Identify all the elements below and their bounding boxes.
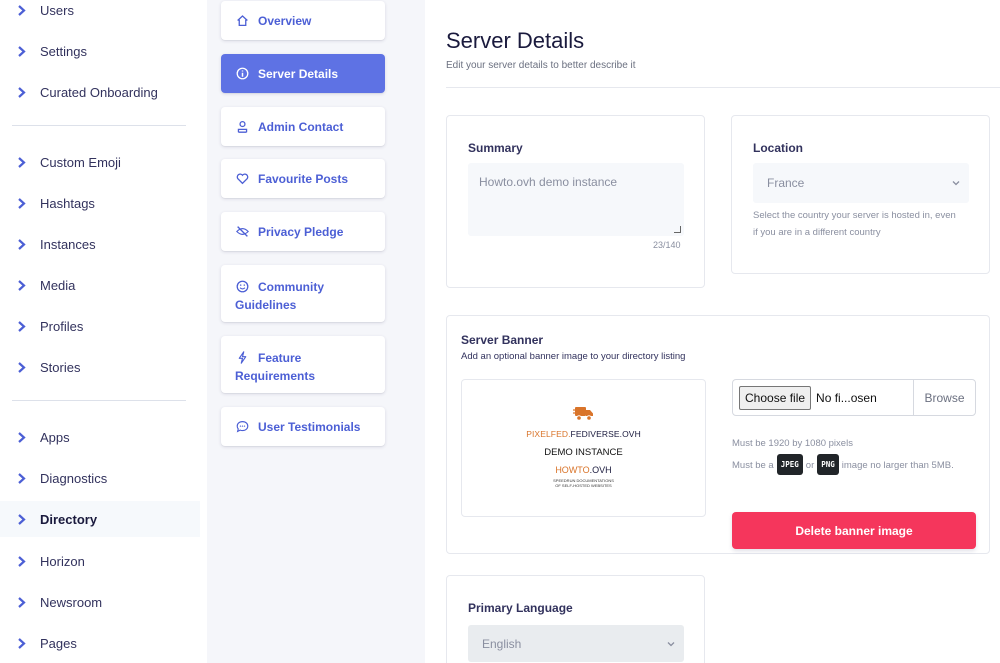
sidebar-item-profiles[interactable]: Profiles [0, 308, 200, 344]
summary-textarea[interactable]: Howto.ovh demo instance [468, 163, 684, 236]
sidebar-item-label: Curated Onboarding [40, 84, 158, 100]
sidebar-item-label: Directory [40, 511, 98, 527]
server-banner-label: Server Banner [461, 333, 544, 347]
chevron-right-icon [14, 512, 28, 526]
tab-feature-requirements[interactable]: Feature Requirements [221, 336, 385, 393]
primary-language-select[interactable]: English [468, 625, 684, 662]
admin-sidebar: Users Settings Curated Onboarding Custom… [0, 0, 207, 663]
header-divider [446, 87, 1000, 88]
resize-handle-icon[interactable] [674, 226, 681, 233]
chevron-right-icon [14, 430, 28, 444]
choose-file-button[interactable]: Choose file [739, 385, 812, 410]
sidebar-item-label: Diagnostics [40, 470, 108, 486]
chevron-right-icon [14, 319, 28, 333]
chevron-down-icon [952, 181, 960, 186]
chevron-right-icon [14, 360, 28, 374]
summary-card: Summary Howto.ovh demo instance 23/140 [446, 115, 705, 288]
location-label: Location [753, 141, 803, 155]
png-badge: PNG [817, 454, 839, 475]
chevron-right-icon [14, 278, 28, 292]
location-help: Select the country your server is hosted… [753, 210, 956, 238]
sidebar-item-media[interactable]: Media [0, 267, 200, 303]
chevron-right-icon [14, 595, 28, 609]
chevron-right-icon [14, 554, 28, 568]
delete-banner-button[interactable]: Delete banner image [732, 512, 976, 549]
browse-button[interactable]: Browse [913, 380, 975, 415]
tab-community-guidelines[interactable]: Community Guidelines [221, 265, 385, 322]
summary-label: Summary [468, 141, 523, 155]
location-card: Location France Select the country your … [731, 115, 990, 274]
tab-privacy-pledge[interactable]: Privacy Pledge [221, 212, 385, 251]
sidebar-item-label: Profiles [40, 318, 84, 334]
sidebar-item-label: Instances [40, 236, 96, 252]
sidebar-divider [12, 125, 186, 126]
chevron-right-icon [14, 196, 28, 210]
primary-language-card: Primary Language English [446, 575, 705, 663]
sidebar-item-pages[interactable]: Pages [0, 625, 200, 661]
smile-icon [235, 280, 249, 294]
page-title: Server Details [446, 28, 585, 53]
sidebar-item-horizon[interactable]: Horizon [0, 543, 200, 579]
banner-preview: PIXELFED.FEDIVERSE.OVH DEMO INSTANCE HOW… [461, 379, 706, 517]
banner-logo: PIXELFED.FEDIVERSE.OVH DEMO INSTANCE HOW… [462, 404, 705, 488]
sidebar-item-label: Custom Emoji [40, 154, 121, 170]
primary-language-label: Primary Language [468, 601, 573, 615]
server-banner-card: Server Banner Add an optional banner ima… [446, 315, 990, 554]
heart-icon [235, 172, 249, 186]
sidebar-item-label: Newsroom [40, 594, 103, 610]
banner-file-input[interactable]: Choose file No fi...osen Browse [732, 379, 976, 416]
comment-icon [235, 420, 249, 434]
sidebar-item-label: Users [40, 2, 74, 18]
summary-char-counter: 23/140 [653, 240, 681, 250]
eye-slash-icon [235, 225, 249, 239]
tab-admin-contact[interactable]: Admin Contact [221, 107, 385, 146]
sidebar-item-label: Media [40, 277, 76, 293]
home-icon [235, 14, 249, 28]
sidebar-item-diagnostics[interactable]: Diagnostics [0, 460, 200, 496]
sidebar-divider [12, 400, 186, 401]
sidebar-item-hashtags[interactable]: Hashtags [0, 185, 200, 221]
tab-overview[interactable]: Overview [221, 1, 385, 40]
file-name-text: No fi...osen [816, 390, 877, 405]
chevron-right-icon [14, 85, 28, 99]
sidebar-item-apps[interactable]: Apps [0, 419, 200, 455]
jpeg-badge: JPEG [776, 454, 803, 475]
sidebar-item-label: Horizon [40, 553, 85, 569]
sidebar-item-directory[interactable]: Directory [0, 501, 200, 537]
sidebar-item-settings[interactable]: Settings [0, 33, 200, 69]
tab-favourite-posts[interactable]: Favourite Posts [221, 159, 385, 198]
tab-user-testimonials[interactable]: User Testimonials [221, 407, 385, 446]
chevron-down-icon [667, 641, 675, 646]
sidebar-item-label: Settings [40, 43, 87, 59]
sidebar-item-stories[interactable]: Stories [0, 349, 200, 385]
chevron-right-icon [14, 44, 28, 58]
banner-help-type: Must be a JPEG or PNG image no larger than 5… [732, 454, 954, 475]
chevron-right-icon [14, 636, 28, 650]
main-panel: Server Details Edit your server details … [425, 0, 1000, 663]
sidebar-item-label: Apps [40, 429, 70, 445]
delivery-truck-icon [572, 407, 593, 421]
sidebar-item-label: Pages [40, 635, 77, 651]
sidebar-item-custom-emoji[interactable]: Custom Emoji [0, 144, 200, 180]
sidebar-item-curated-onboarding[interactable]: Curated Onboarding [0, 74, 200, 110]
sidebar-item-instances[interactable]: Instances [0, 226, 200, 262]
sidebar-item-users[interactable]: Users [0, 0, 200, 28]
bolt-icon [235, 351, 249, 365]
location-select[interactable]: France [753, 163, 969, 203]
chevron-right-icon [14, 155, 28, 169]
chevron-right-icon [14, 471, 28, 485]
chevron-right-icon [14, 237, 28, 251]
sidebar-item-newsroom[interactable]: Newsroom [0, 584, 200, 620]
sidebar-item-label: Stories [40, 359, 81, 375]
page-subtitle: Edit your server details to better descr… [446, 60, 636, 71]
user-tie-icon [235, 120, 249, 134]
info-circle-icon [235, 67, 249, 81]
banner-help-size: Must be 1920 by 1080 pixels [732, 438, 853, 449]
server-banner-subtitle: Add an optional banner image to your dir… [461, 351, 686, 362]
chevron-right-icon [14, 3, 28, 17]
sidebar-item-label: Hashtags [40, 195, 95, 211]
tab-server-details[interactable]: Server Details [221, 54, 385, 93]
